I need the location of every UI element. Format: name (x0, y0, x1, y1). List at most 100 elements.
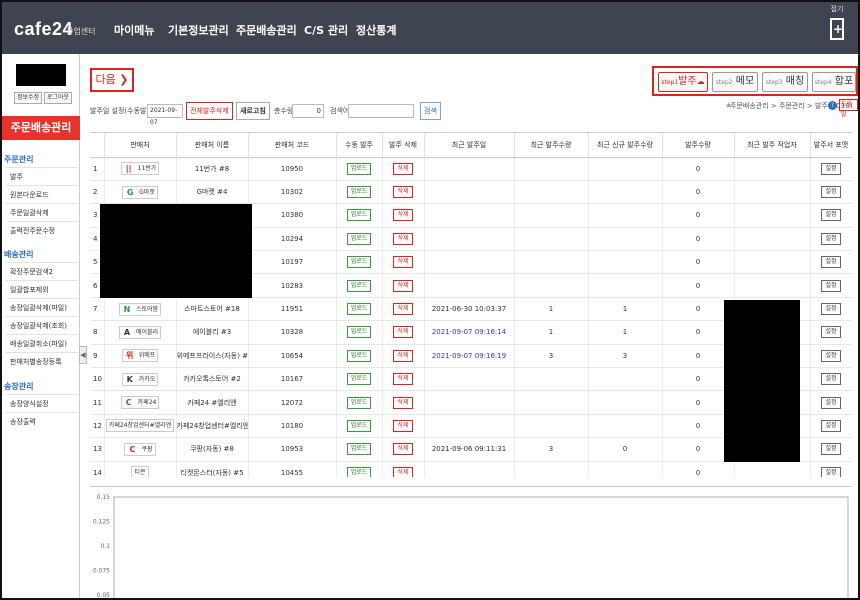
delete-button[interactable]: 삭제 (393, 396, 413, 409)
search-button[interactable]: 검색 (420, 102, 441, 120)
seller-logo-cell[interactable]: N 스토어팜 (104, 297, 177, 322)
nav-my-menu[interactable]: 마이메뉴 (114, 22, 154, 38)
seller-logo-cell[interactable]: G G마켓 (104, 180, 177, 205)
upload-button[interactable]: 업로드 (346, 162, 372, 175)
upload-button[interactable]: 업로드 (346, 373, 372, 386)
delete-all-orders-button[interactable]: 전체발주삭제 (186, 102, 233, 120)
delete-button[interactable]: 삭제 (393, 162, 413, 175)
upload-button[interactable]: 업로드 (346, 232, 372, 245)
delete-button[interactable]: 삭제 (393, 419, 413, 432)
setting-button[interactable]: 설정 (821, 162, 841, 175)
col-qty[interactable]: 발주수량 (662, 133, 735, 158)
sidebar-item-invoice-format[interactable]: 송장양식설정 (10, 399, 80, 409)
sidebar-item-exclude-combine[interactable]: 일괄합포제외 (10, 285, 80, 295)
delete-button[interactable]: 삭제 (393, 349, 413, 362)
col-seller-name[interactable]: 판매처 이름 (176, 133, 249, 158)
nav-cs[interactable]: C/S 관리 (304, 22, 348, 38)
upload-button[interactable]: 업로드 (346, 419, 372, 432)
col-new-qty[interactable]: 최근 신규 발주수량 (588, 133, 663, 158)
sidebar-item-invoice-delete-file[interactable]: 송장일괄삭제(파일) (10, 303, 80, 313)
cafe24-logo[interactable]: cafe24 (14, 19, 73, 40)
sidebar-item-invoice-print[interactable]: 송장출력 (10, 417, 80, 427)
col-seller-code[interactable]: 판매처 코드 (248, 133, 337, 158)
upload-button[interactable]: 업로드 (346, 466, 372, 477)
upload-button[interactable]: 업로드 (346, 303, 372, 316)
help-icon[interactable]: ? (828, 101, 837, 110)
setting-button[interactable]: 설정 (821, 466, 841, 477)
delete-button[interactable]: 삭제 (393, 303, 413, 316)
sidebar-item-delivery-cancel[interactable]: 배송일괄취소(파일) (10, 339, 80, 349)
delete-button[interactable]: 삭제 (393, 186, 413, 199)
table-row[interactable]: 2 G G마켓 G마켓 #4 10302 업로드 삭제 0 설정 (90, 180, 852, 205)
setting-button[interactable]: 설정 (821, 419, 841, 432)
upload-button[interactable]: 업로드 (346, 279, 372, 292)
sidebar-section-invoice[interactable]: 송장관리 (4, 381, 33, 392)
nav-basic-info[interactable]: 기본정보관리 (168, 22, 229, 38)
search-input[interactable] (348, 104, 414, 118)
upload-button[interactable]: 업로드 (346, 443, 372, 456)
delete-button[interactable]: 삭제 (393, 373, 413, 386)
upload-button[interactable]: 업로드 (346, 326, 372, 339)
sidebar-item-original-download[interactable]: 원본다운로드 (10, 190, 80, 200)
fold-button[interactable]: 접기 (820, 4, 854, 48)
setting-button[interactable]: 설정 (821, 232, 841, 245)
delete-button[interactable]: 삭제 (393, 326, 413, 339)
sidebar-item-invoice-delete-query[interactable]: 송장일괄삭제(조회) (10, 321, 80, 331)
sidebar-section-orders[interactable]: 주문관리 (4, 154, 33, 165)
setting-button[interactable]: 설정 (821, 279, 841, 292)
setting-button[interactable]: 설정 (821, 326, 841, 339)
delete-button[interactable]: 삭제 (393, 443, 413, 456)
seller-logo-cell[interactable]: 티몬 (104, 461, 177, 477)
delete-button[interactable]: 삭제 (393, 279, 413, 292)
seller-logo-cell[interactable]: C 쿠팡 (104, 437, 177, 462)
order-delete-cell: 삭제 (382, 273, 425, 298)
step4-combine-button[interactable]: step4 합포 (812, 72, 856, 92)
nav-order-delivery[interactable]: 주문배송관리 (236, 22, 297, 38)
sidebar-item-extended-search[interactable]: 확장주문검색2 (10, 267, 80, 277)
refresh-button[interactable]: 새로고침 (236, 102, 270, 120)
setting-button[interactable]: 설정 (821, 256, 841, 269)
setting-button[interactable]: 설정 (821, 396, 841, 409)
seller-logo-cell[interactable]: K 카카오 (104, 367, 177, 392)
delete-button[interactable]: 삭제 (393, 209, 413, 222)
collapse-sidebar-icon[interactable]: ◀ (79, 346, 87, 364)
seller-logo-cell[interactable]: 위 위메프 (104, 344, 177, 369)
order-date-input[interactable]: 2021-09-07 (147, 104, 183, 126)
sidebar-item-bulk-delete[interactable]: 주문일괄삭제 (10, 208, 80, 218)
table-row[interactable]: 1 || 11번가 11번가 #8 10950 업로드 삭제 0 설정 (90, 157, 852, 181)
setting-button[interactable]: 설정 (821, 349, 841, 362)
delete-button[interactable]: 삭제 (393, 466, 413, 477)
edit-info-button[interactable]: 정보수정 (14, 92, 43, 104)
step2-memo-button[interactable]: step2 메모 (712, 72, 758, 92)
upload-button[interactable]: 업로드 (346, 396, 372, 409)
setting-button[interactable]: 설정 (821, 303, 841, 316)
seller-logo-cell[interactable]: A 에이블리 (104, 320, 177, 345)
help-button[interactable]: 도움말 (839, 99, 858, 118)
setting-button[interactable]: 설정 (821, 443, 841, 456)
delete-button[interactable]: 삭제 (393, 232, 413, 245)
logout-button[interactable]: 로그아웃 (44, 92, 73, 104)
col-recent-qty[interactable]: 최근 발주수량 (514, 133, 589, 158)
nav-settlement[interactable]: 정산통계 (356, 22, 396, 38)
table-row[interactable]: 14 티몬 티켓몬스터(자동) #5 10455 업로드 삭제 0 설정 (90, 461, 852, 477)
col-seller[interactable]: 판매처 (104, 133, 177, 158)
sidebar-item-seller-invoice[interactable]: 판매처별송장등록 (10, 357, 80, 367)
col-recent-date[interactable]: 최근 발주일 (424, 133, 515, 158)
seller-logo-cell[interactable]: C 카페24 (104, 390, 177, 415)
sidebar-section-delivery[interactable]: 배송관리 (4, 249, 33, 260)
setting-button[interactable]: 설정 (821, 186, 841, 199)
delete-button[interactable]: 삭제 (393, 256, 413, 269)
sidebar-item-edit-before-print[interactable]: 출력전주문수정 (10, 226, 80, 236)
upload-button[interactable]: 업로드 (346, 209, 372, 222)
setting-button[interactable]: 설정 (821, 373, 841, 386)
upload-button[interactable]: 업로드 (346, 256, 372, 269)
sidebar-item-order[interactable]: 발주 (10, 172, 80, 182)
step1-order-button[interactable]: step1발주☁ (658, 72, 708, 92)
setting-button[interactable]: 설정 (821, 209, 841, 222)
seller-logo-cell[interactable]: || 11번가 (104, 157, 177, 181)
upload-button[interactable]: 업로드 (346, 186, 372, 199)
upload-button[interactable]: 업로드 (346, 349, 372, 362)
seller-logo-cell[interactable]: 카페24창업센터#엘리엔 (104, 414, 177, 439)
step3-matching-button[interactable]: step3 매칭 (762, 72, 808, 92)
next-button[interactable]: 다음 ❯ (90, 68, 134, 92)
